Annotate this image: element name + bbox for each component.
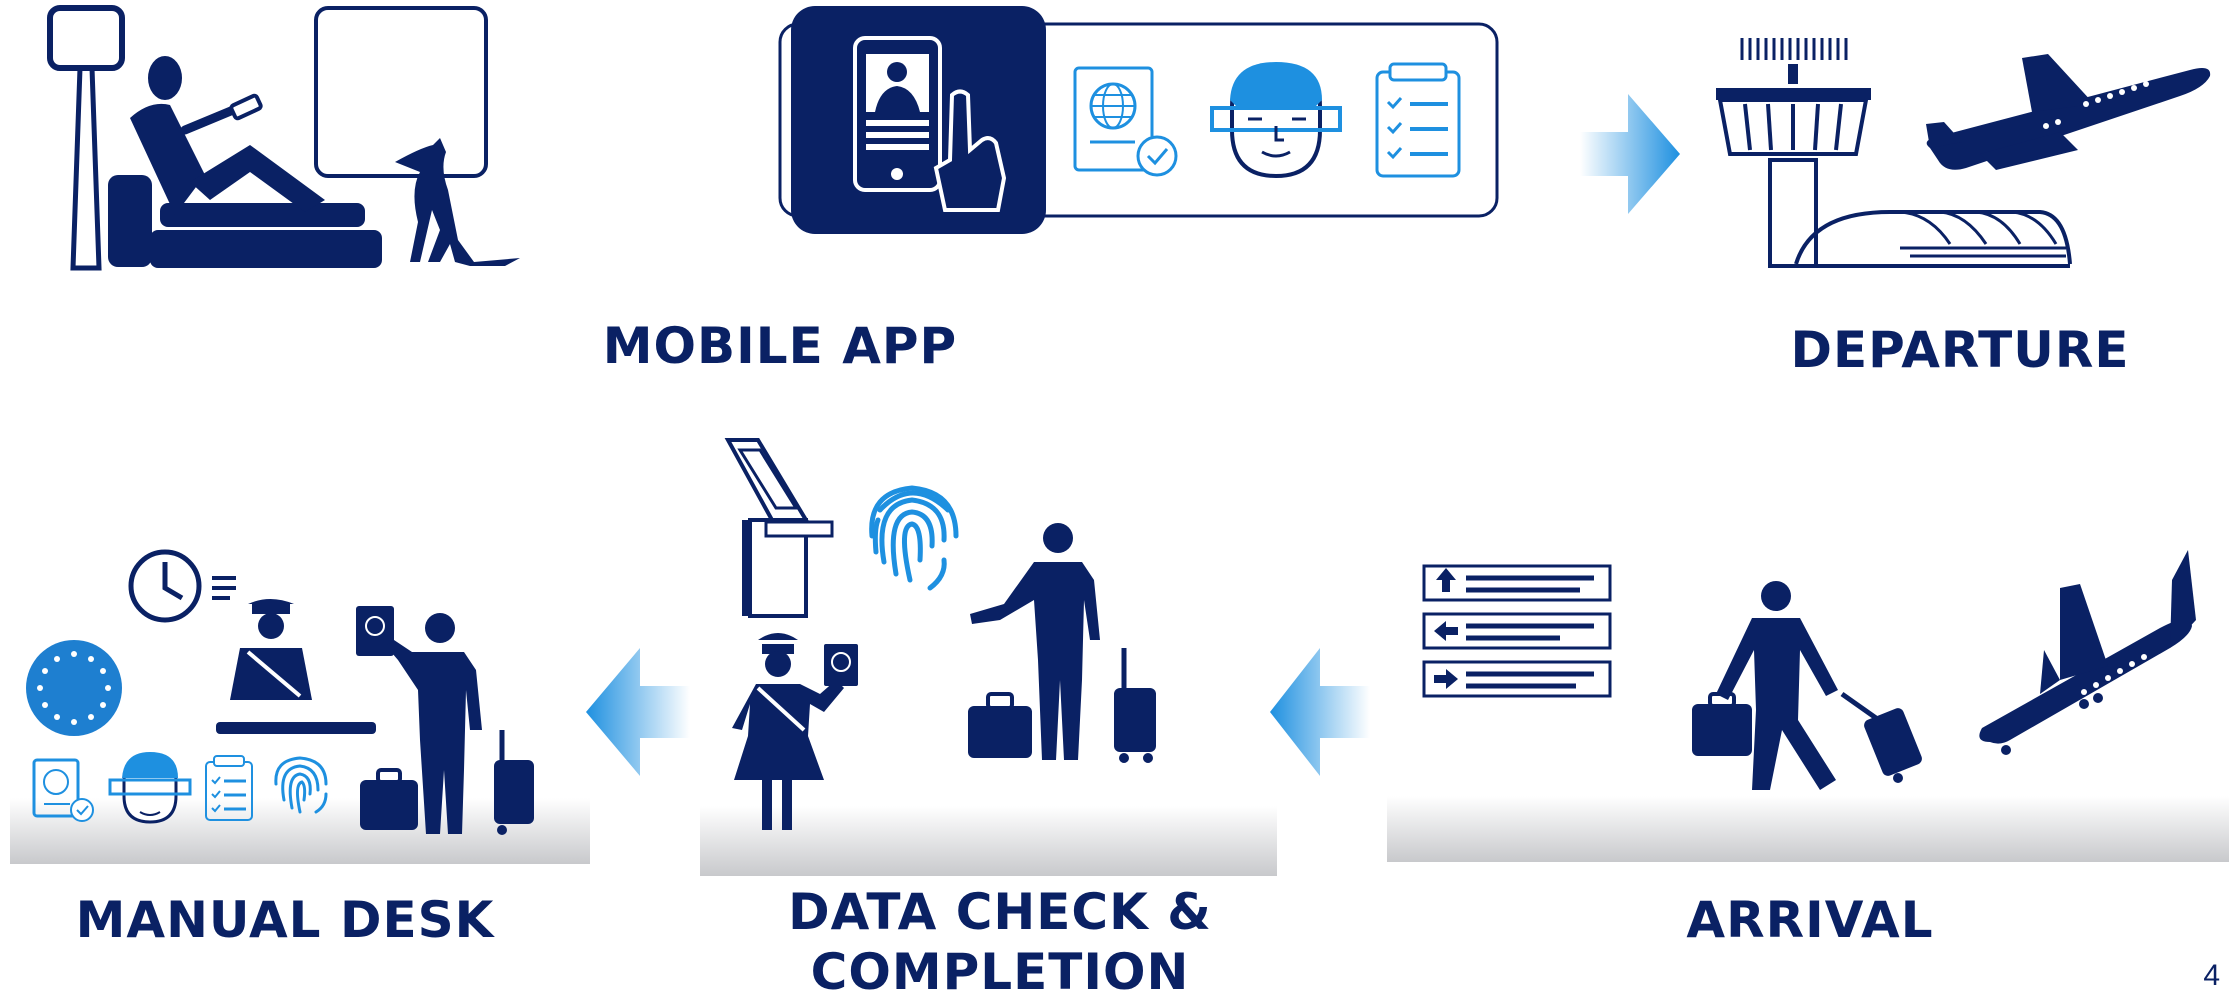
traveler-luggage-icon	[1692, 581, 1922, 790]
data-check-label: DATA CHECK & COMPLETION	[760, 882, 1240, 1002]
mobile-app-panel	[778, 6, 1499, 234]
arrow-right-icon	[1580, 94, 1680, 214]
clock-icon	[128, 549, 236, 623]
mobile-app-label: MOBILE APP	[602, 317, 958, 375]
manual-desk-label: MANUAL DESK	[75, 891, 495, 949]
page-number: 4	[2203, 959, 2220, 992]
border-officer-icon	[732, 633, 858, 830]
terminal-building-icon	[1790, 210, 2072, 268]
fingerprint-icon	[869, 485, 959, 591]
travel-process-diagram	[10, 5, 2229, 876]
dog-icon	[395, 138, 520, 266]
kiosk-icon	[724, 438, 834, 618]
departure-label: DEPARTURE	[1790, 321, 2130, 379]
platform-arrival	[1387, 796, 2229, 862]
direction-signs-icon	[1422, 564, 1612, 698]
data-check-label-line1: DATA CHECK &	[788, 883, 1212, 941]
landing-plane-icon	[1979, 550, 2196, 755]
arrow-left-icon	[1270, 648, 1370, 776]
arrival-label: ARRIVAL	[1686, 891, 1934, 949]
departing-plane-icon	[1926, 54, 2211, 170]
arrow-left-icon	[586, 648, 690, 776]
eu-flag-icon	[26, 640, 122, 736]
data-check-label-line2: COMPLETION	[810, 943, 1190, 1001]
control-tower-icon	[1716, 38, 1871, 268]
traveler-luggage-icon	[968, 523, 1156, 763]
border-officer-icon	[216, 599, 376, 734]
